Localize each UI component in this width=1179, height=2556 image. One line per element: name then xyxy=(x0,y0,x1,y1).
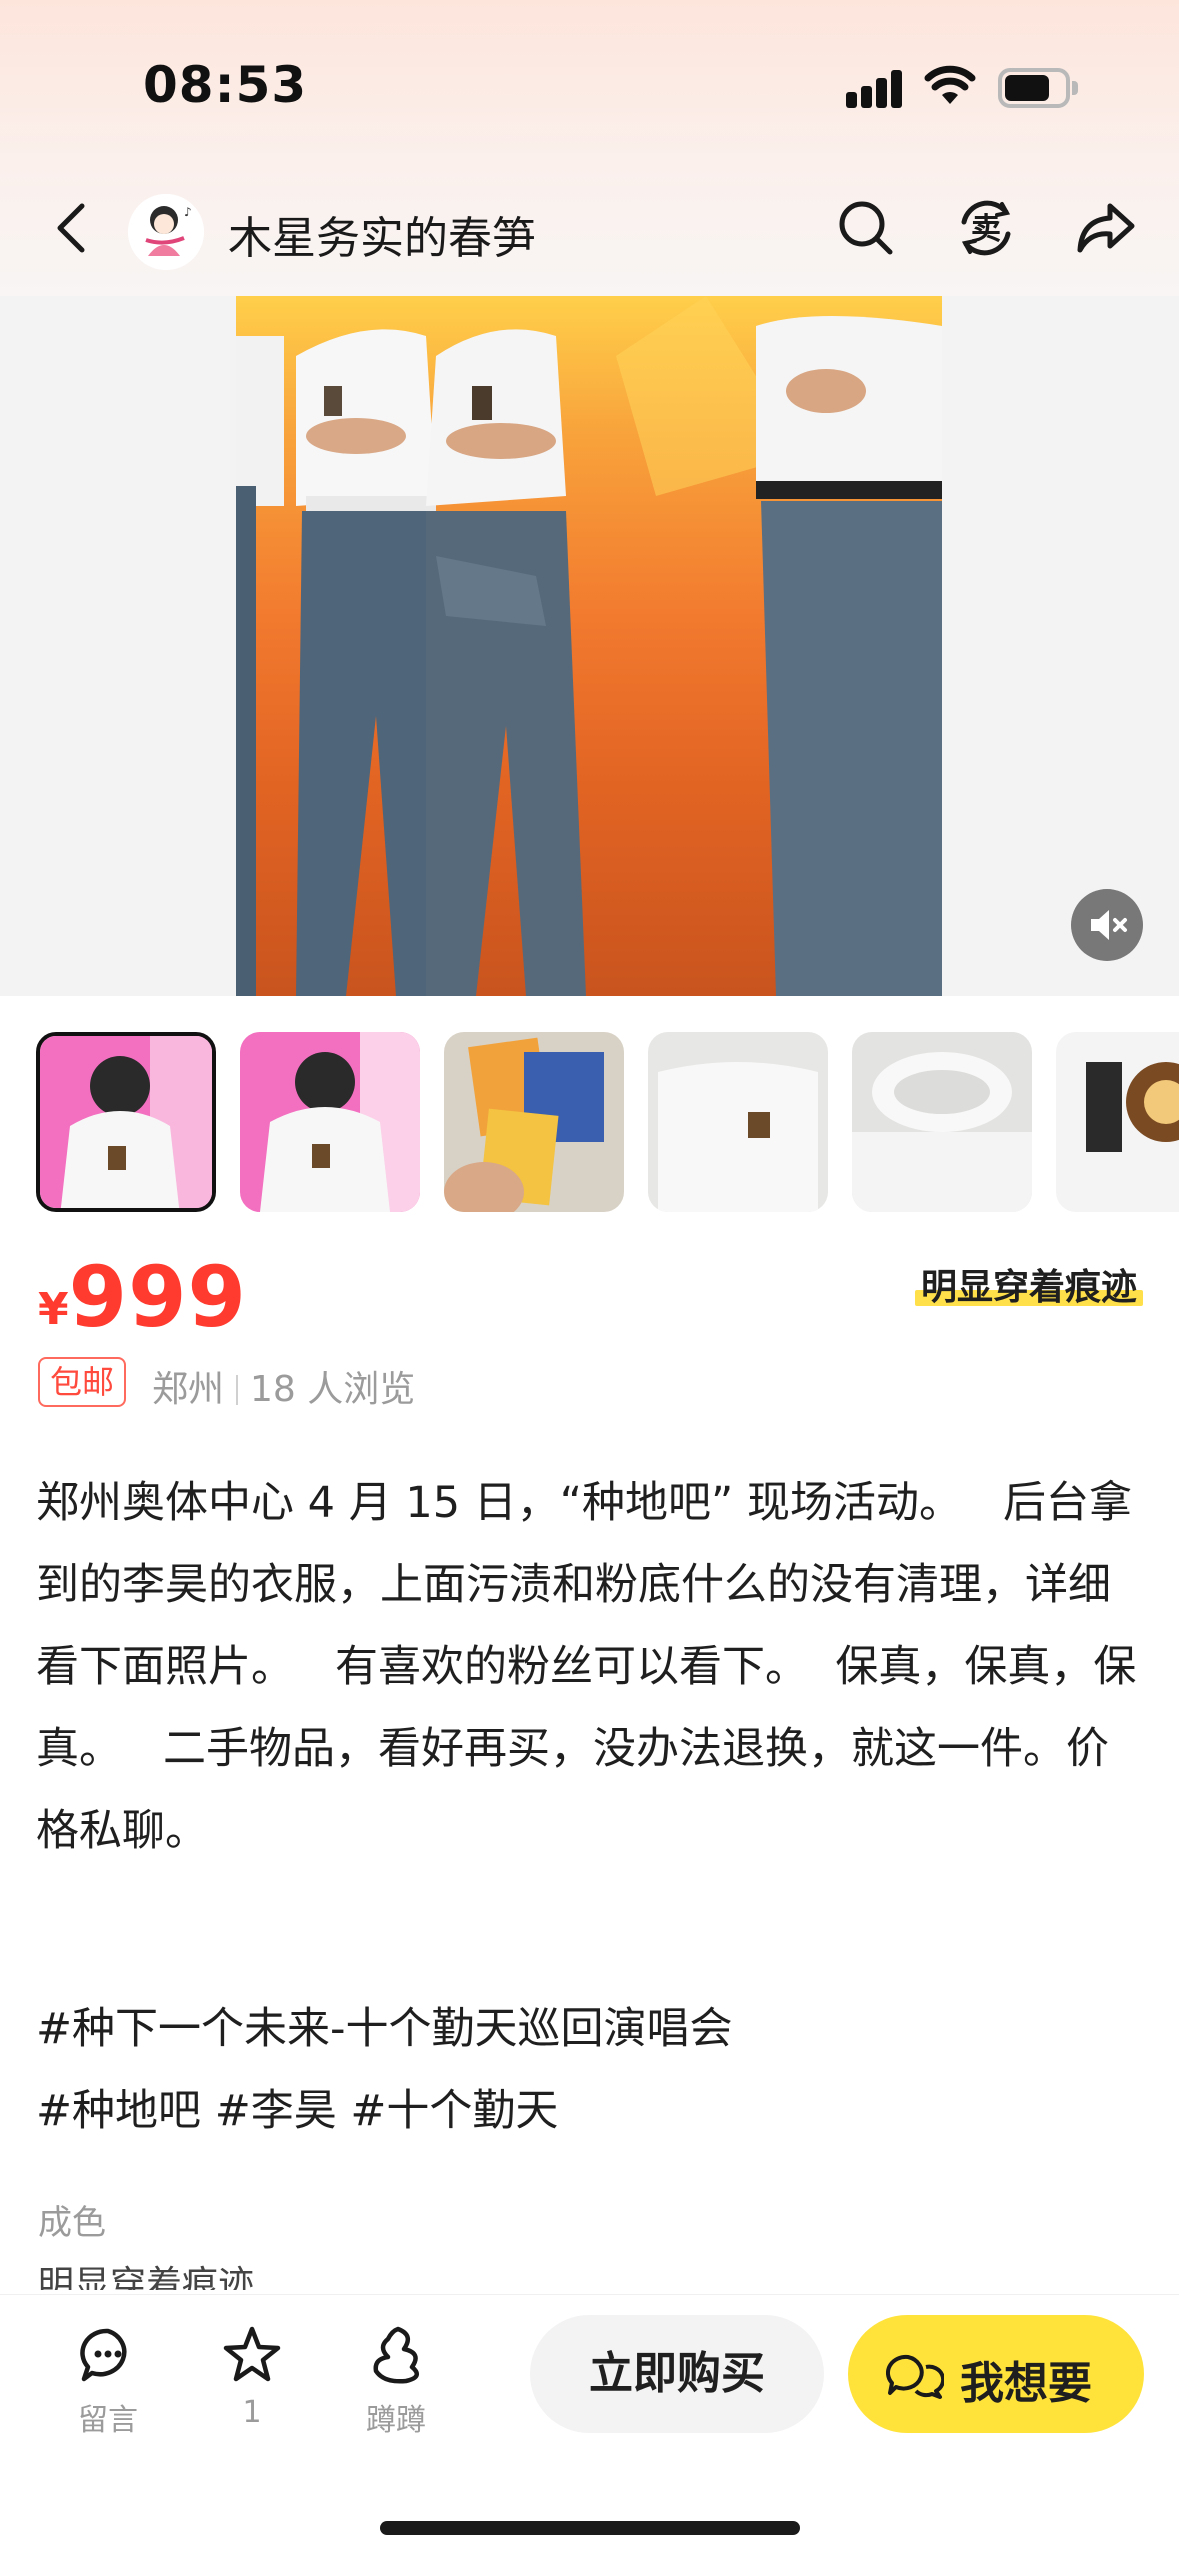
share-icon[interactable] xyxy=(1070,192,1142,264)
favorite-count: 1 xyxy=(242,2395,262,2430)
price-value: 999 xyxy=(68,1248,247,1346)
thumbnail-2[interactable] xyxy=(240,1032,420,1212)
thumbnail-strip[interactable] xyxy=(36,1032,1179,1212)
seller-name[interactable]: 木星务实的春笋 xyxy=(228,202,536,266)
hashtag-line-1[interactable]: #种下一个未来-十个勤天巡回演唱会 xyxy=(36,1988,1146,2070)
thumbnail-6[interactable] xyxy=(1056,1032,1179,1212)
favorite-button[interactable]: 1 xyxy=(202,2323,302,2430)
back-icon[interactable] xyxy=(52,200,92,256)
want-button[interactable]: 我想要 xyxy=(848,2315,1144,2433)
price: ¥999 xyxy=(38,1248,247,1346)
cellular-signal-icon xyxy=(846,68,904,108)
star-icon xyxy=(223,2326,281,2382)
hashtag-line-2[interactable]: #种地吧 #李昊 #十个勤天 xyxy=(36,2070,1146,2152)
sell-icon[interactable]: 卖 xyxy=(950,192,1022,264)
battery-icon xyxy=(998,68,1078,108)
meta-divider xyxy=(236,1375,239,1405)
buy-now-button[interactable]: 立即购买 xyxy=(530,2315,824,2433)
chat-bubbles-icon xyxy=(886,2354,944,2399)
comment-button[interactable]: 留言 xyxy=(58,2323,158,2439)
thumbnail-3[interactable] xyxy=(444,1032,624,1212)
thumbnail-4[interactable] xyxy=(648,1032,828,1212)
svg-text:♪: ♪ xyxy=(184,205,192,219)
location-text: 郑州 xyxy=(152,1369,225,1410)
mute-toggle-icon[interactable] xyxy=(1071,889,1143,961)
home-indicator xyxy=(380,2521,800,2535)
wifi-icon xyxy=(924,65,976,104)
comment-icon xyxy=(80,2328,127,2382)
nudge-label: 蹲蹲 xyxy=(366,2403,426,2438)
bottom-action-bar: 留言 1 蹲蹲 立即购买 我想要 xyxy=(0,2294,1179,2556)
status-time: 08:53 xyxy=(143,56,308,114)
condition-value: 明显穿着痕迹 xyxy=(38,2264,255,2290)
condition-highlight-text: 明显穿着痕迹 xyxy=(920,1267,1137,1308)
condition-label: 成色 xyxy=(38,2203,106,2243)
nudge-icon xyxy=(373,2326,420,2384)
thumbnail-1[interactable] xyxy=(36,1032,216,1212)
location-views: 郑州 18 人浏览 xyxy=(152,1360,415,1412)
seller-avatar[interactable]: ♪ xyxy=(128,194,204,270)
want-label: 我想要 xyxy=(960,2359,1092,2408)
main-product-photo[interactable] xyxy=(236,296,942,996)
thumbnail-5[interactable] xyxy=(852,1032,1032,1212)
condition-highlight-tag: 明显穿着痕迹 xyxy=(914,1258,1143,1310)
svg-text:卖: 卖 xyxy=(971,212,1001,247)
hashtags[interactable]: #种下一个未来-十个勤天巡回演唱会 #种地吧 #李昊 #十个勤天 xyxy=(36,1988,1146,2152)
views-text: 18 人浏览 xyxy=(250,1369,416,1410)
currency-symbol: ¥ xyxy=(38,1284,69,1335)
comment-label: 留言 xyxy=(78,2403,138,2438)
search-icon[interactable] xyxy=(830,192,902,264)
free-shipping-badge: 包邮 xyxy=(38,1357,127,1407)
top-header-area: 08:53 ♪ 木星务实的春笋 卖 xyxy=(0,0,1179,296)
nudge-button[interactable]: 蹲蹲 xyxy=(346,2323,446,2439)
product-description: 郑州奥体中心 4 月 15 日，“种地吧” 现场活动。 后台拿到的李昊的衣服，上… xyxy=(36,1478,1137,1856)
